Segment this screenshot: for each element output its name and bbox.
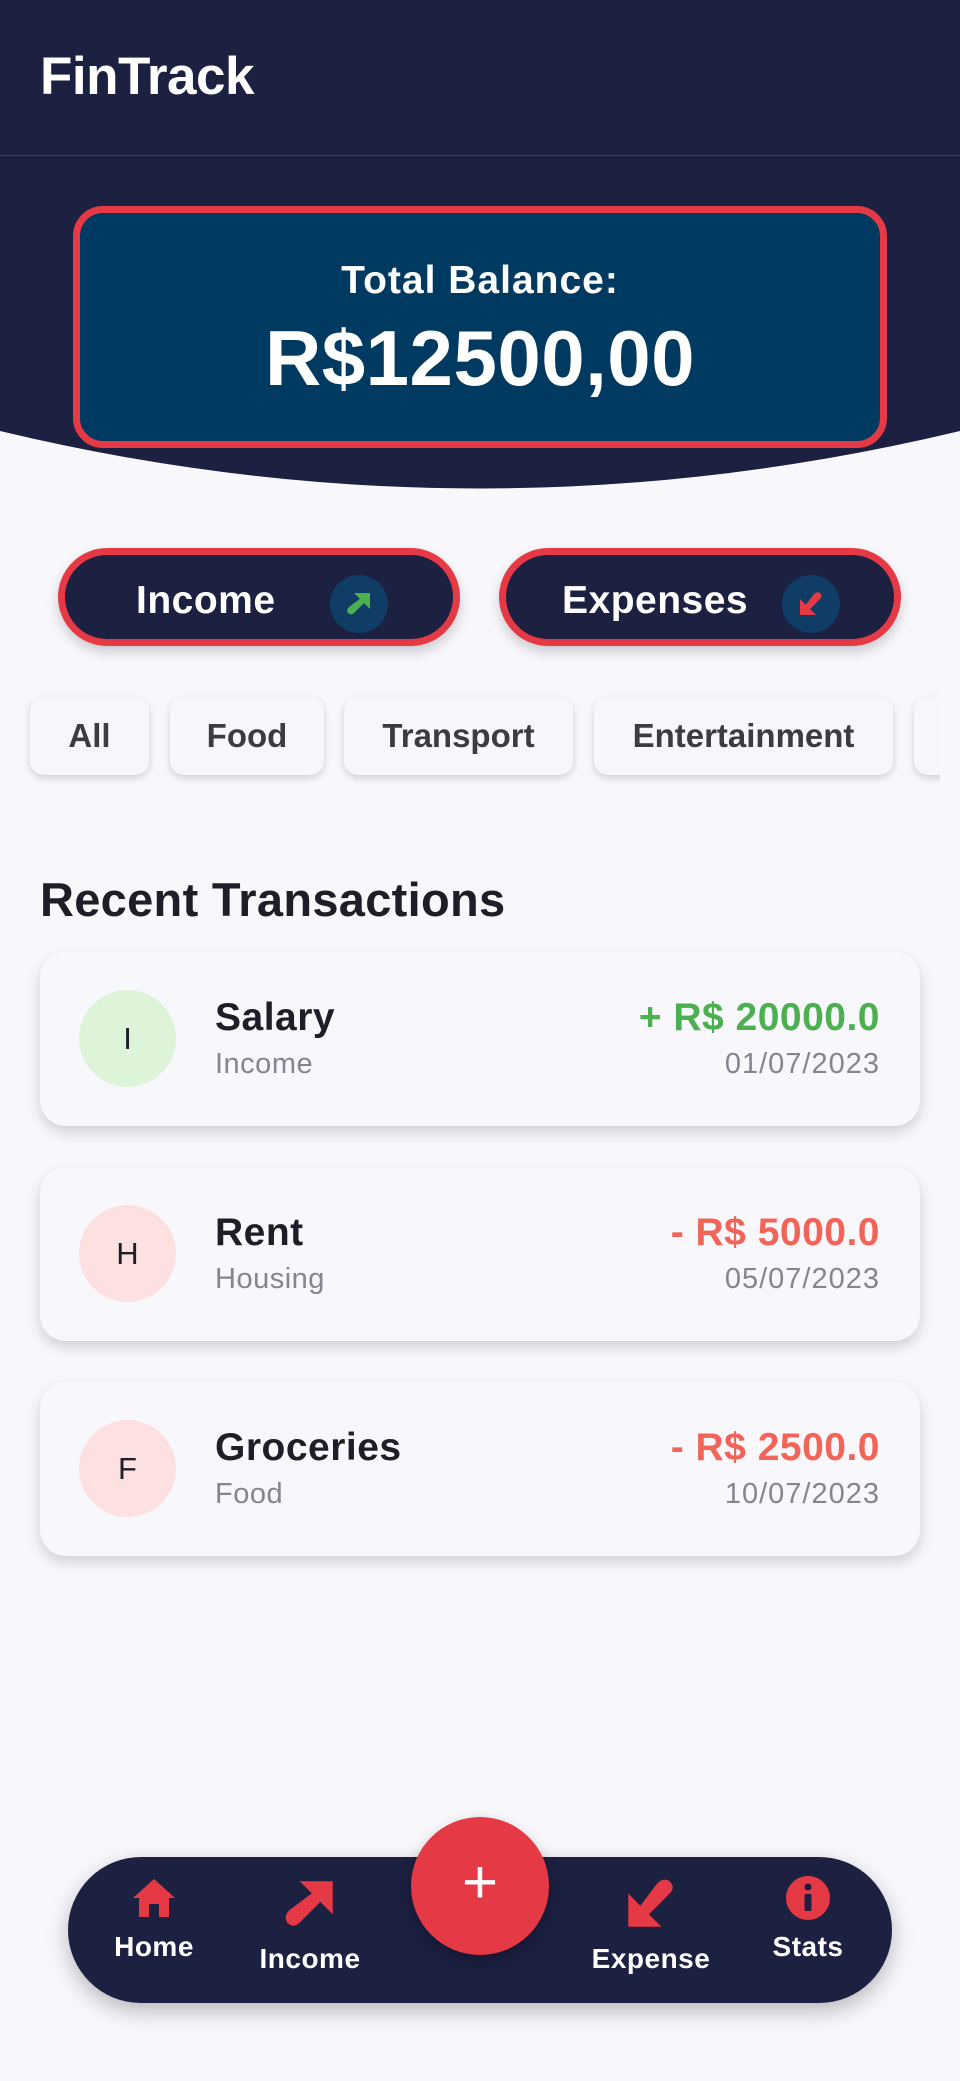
chip-food[interactable]: Food	[170, 697, 324, 775]
chip-transport[interactable]: Transport	[344, 697, 573, 775]
nav-income[interactable]: Income	[240, 1873, 380, 1989]
transaction-title: Salary	[215, 996, 336, 1039]
income-button-label: Income	[136, 579, 276, 622]
transaction-category: Food	[215, 1478, 284, 1510]
transaction-date: 05/07/2023	[724, 1263, 880, 1295]
home-icon	[133, 1879, 175, 1917]
nav-income-label: Income	[259, 1943, 361, 1974]
nav-stats[interactable]: Stats	[738, 1873, 878, 1989]
transaction-card[interactable]: H Rent Housing - R$ 5000.0 05/07/2023	[40, 1167, 920, 1341]
transaction-date: 01/07/2023	[724, 1048, 880, 1080]
transaction-date: 10/07/2023	[724, 1478, 880, 1510]
expenses-button[interactable]: Expenses	[499, 548, 901, 646]
chip-entertainment[interactable]: Entertainment	[594, 697, 893, 775]
recent-transactions-title: Recent Transactions	[40, 873, 506, 926]
avatar: F	[79, 1420, 176, 1517]
transaction-category: Housing	[215, 1263, 325, 1295]
transaction-amount: + R$ 20000.0	[638, 996, 880, 1039]
transaction-category: Income	[215, 1048, 314, 1080]
nav-stats-label: Stats	[772, 1931, 844, 1962]
nav-expense-label: Expense	[591, 1943, 711, 1974]
balance-card: Total Balance: R$12500,00	[73, 206, 887, 448]
expenses-button-label: Expenses	[562, 579, 749, 622]
info-icon	[786, 1876, 830, 1920]
arrow-down-left-icon	[628, 1879, 673, 1927]
nav-expense[interactable]: Expense	[581, 1873, 721, 1989]
arrow-down-left-icon	[782, 575, 840, 633]
chip-all[interactable]: All	[30, 697, 149, 775]
transaction-amount: - R$ 2500.0	[670, 1426, 880, 1469]
arrow-up-right-icon	[285, 1881, 333, 1926]
transaction-amount: - R$ 5000.0	[670, 1211, 880, 1254]
balance-label: Total Balance:	[341, 259, 619, 302]
transaction-card[interactable]: F Groceries Food - R$ 2500.0 10/07/2023	[40, 1382, 920, 1556]
nav-home[interactable]: Home	[84, 1873, 224, 1989]
app-title: FinTrack	[40, 47, 254, 106]
transaction-title: Groceries	[215, 1426, 402, 1469]
add-transaction-button[interactable]: +	[411, 1817, 549, 1955]
arrow-up-right-icon	[330, 575, 388, 633]
avatar: I	[79, 990, 176, 1087]
income-button[interactable]: Income	[58, 548, 460, 646]
category-filter-bar[interactable]: All Food Transport Entertainment	[0, 690, 940, 794]
chip-more[interactable]	[914, 697, 940, 775]
app-bar: FinTrack	[0, 0, 960, 156]
nav-home-label: Home	[114, 1931, 194, 1962]
balance-value: R$12500,00	[264, 314, 696, 402]
transaction-card[interactable]: I Salary Income + R$ 20000.0 01/07/2023	[40, 952, 920, 1126]
transaction-title: Rent	[215, 1211, 304, 1254]
avatar: H	[79, 1205, 176, 1302]
